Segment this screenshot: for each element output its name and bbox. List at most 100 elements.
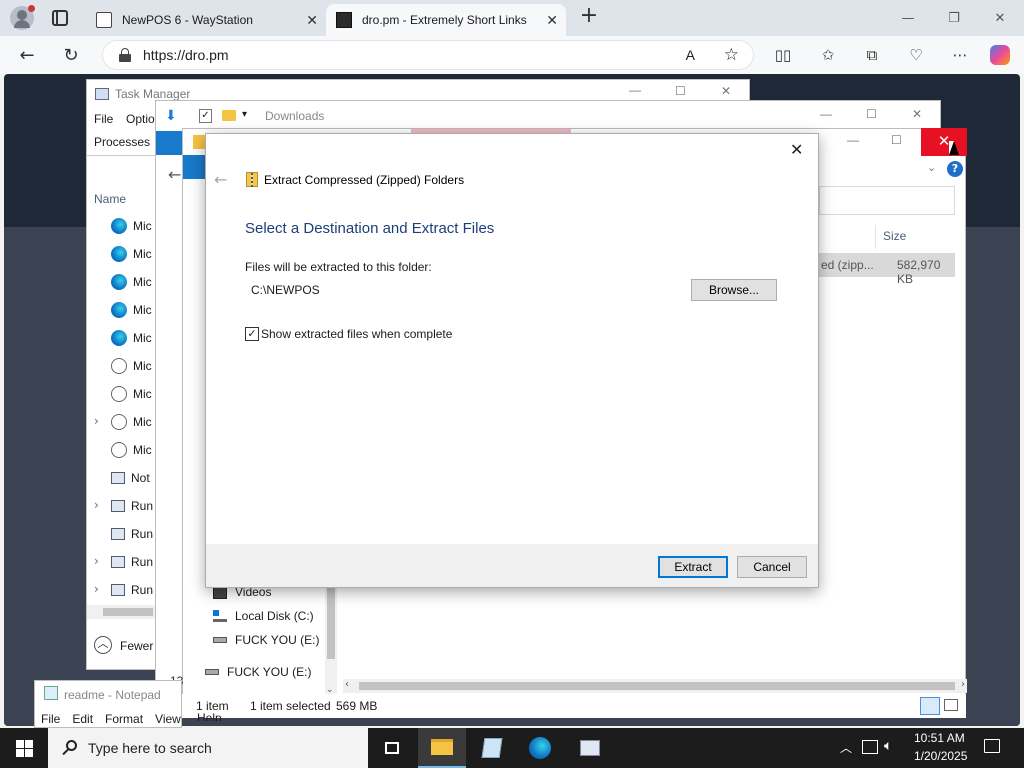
ribbon-expand-chevron-icon[interactable]: ⌄ [927,161,936,174]
expand-chevron-icon[interactable]: › [94,582,99,596]
address-bar[interactable]: https://dro.pm A ☆ [102,40,754,70]
list-item[interactable]: Run [111,520,153,548]
list-item[interactable]: Mic [111,436,152,464]
file-type-text: ed (zipp... [821,258,874,272]
extract-button[interactable]: Extract [658,556,728,578]
close-window-button[interactable]: ✕ [980,4,1020,32]
horizontal-scrollbar[interactable] [87,605,156,619]
nav-item-local-disk[interactable]: Local Disk (C:) [213,609,314,623]
list-item[interactable]: Mic [111,352,152,380]
task-manager-taskbar-icon[interactable] [566,728,614,768]
list-item[interactable]: Mic [111,296,152,324]
file-horizontal-scrollbar[interactable]: ‹ › [343,679,967,693]
properties-check-icon[interactable]: ✓ [199,109,212,123]
copilot-icon[interactable] [989,44,1011,66]
lock-icon[interactable] [119,48,131,62]
profile-avatar[interactable] [10,5,35,30]
list-item[interactable]: Mic [111,212,152,240]
notepad-menu-format[interactable]: Format [105,712,143,726]
expand-chevron-icon[interactable]: › [94,414,99,428]
notepad-menu-file[interactable]: File [41,712,60,726]
list-item[interactable]: Mic [111,380,152,408]
tm-close-button[interactable]: ✕ [721,84,731,98]
tm-minimize-button[interactable]: — [629,83,641,97]
tm-menu-options[interactable]: Optio [126,112,155,126]
minimize-button[interactable]: — [888,4,928,32]
notepad-taskbar-icon[interactable] [468,728,516,768]
quick-access-down-arrow-icon[interactable]: ⬇ [165,108,177,124]
help-icon[interactable]: ? [947,161,963,177]
browser-essentials-icon[interactable]: ♡ [905,44,927,66]
taskbar-search-box[interactable]: Type here to search [48,728,368,768]
close-tab-icon[interactable]: ✕ [306,12,318,29]
dialog-back-arrow-icon[interactable]: ← [214,170,227,189]
ribbon-file-tab[interactable] [156,131,184,155]
list-item[interactable]: Run [111,548,153,576]
nav-item-drive-e[interactable]: FUCK YOU (E:) [213,633,319,647]
nav-item-drive-e-root[interactable]: FUCK YOU (E:) [205,665,311,679]
list-item[interactable]: Run [111,576,153,604]
tm-maximize-button[interactable]: ☐ [675,84,686,98]
tab-newpos[interactable]: NewPOS 6 - WayStation ✕ [86,4,326,36]
list-item[interactable]: Mic [111,408,152,436]
volume-muted-icon[interactable]: 🔈︎ [884,738,892,754]
size-column-header[interactable]: Size [883,229,906,243]
split-screen-icon[interactable]: ▯▯ [772,44,794,66]
dialog-close-button[interactable]: ✕ [790,140,803,159]
selected-file-row[interactable]: ed (zipp... 582,970 KB [819,253,955,286]
close-tab-icon[interactable]: ✕ [546,12,558,29]
customize-dropdown-icon[interactable]: ▾ [242,109,247,120]
show-files-checkbox[interactable]: ✓ [245,327,259,341]
network-icon[interactable] [862,740,878,754]
list-item[interactable]: Run [111,492,153,520]
back-arrow-icon[interactable]: ← [12,41,42,69]
tab-dropm[interactable]: dro.pm - Extremely Short Links ✕ [326,4,566,36]
start-windows-icon[interactable] [0,728,48,768]
restore-button[interactable]: ❐ [934,4,974,32]
task-view-icon[interactable] [368,728,416,768]
clock-time[interactable]: 10:51 AM [914,731,965,745]
refresh-icon[interactable]: ↻ [56,41,86,69]
edge-taskbar-icon[interactable] [516,728,564,768]
downloads-maximize-button[interactable]: ☐ [891,133,902,147]
column-name-header[interactable]: Name [94,192,126,206]
downloads-minimize-button[interactable]: — [847,133,859,147]
favorite-star-icon[interactable]: ☆ [724,45,739,65]
show-hidden-icons-chevron-icon[interactable]: ︿ [840,739,852,756]
large-icons-view-icon[interactable] [944,699,958,711]
destination-field[interactable]: C:\NEWPOS [245,278,685,302]
downloads-close-button[interactable]: ✕ [921,128,967,156]
list-item[interactable]: Mic [111,268,152,296]
notification-icon[interactable] [984,739,1000,753]
fewer-details-chevron-icon[interactable]: ︿ [94,636,112,654]
list-item[interactable]: Mic [111,240,152,268]
tm-menu-file[interactable]: File [94,112,113,126]
back-arrow-icon[interactable]: ← [168,165,181,184]
new-tab-button[interactable]: + [578,4,600,28]
browse-button[interactable]: Browse... [691,279,777,301]
list-item[interactable]: Not [111,464,150,492]
favorites-icon[interactable]: ✩ [817,44,839,66]
explorer-close-button[interactable]: ✕ [912,107,922,121]
nav-pane-scrollbar[interactable]: ⌄ [325,579,337,697]
notepad-menu-help[interactable]: Help [197,711,222,721]
search-box[interactable] [819,186,955,215]
cancel-button[interactable]: Cancel [737,556,807,578]
ribbon-file-tab[interactable] [183,155,205,179]
notepad-menu-edit[interactable]: Edit [72,712,93,726]
clock-date[interactable]: 1/20/2025 [914,749,967,763]
tab-processes[interactable]: Processes [94,135,150,149]
tab-actions-icon[interactable] [52,10,68,26]
more-menu-icon[interactable]: ⋯ [949,44,971,66]
show-files-label[interactable]: Show extracted files when complete [261,327,452,341]
notepad-menu-view[interactable]: View [155,712,181,726]
read-aloud-icon[interactable]: A [686,47,695,63]
list-item[interactable]: Mic [111,324,152,352]
explorer-minimize-button[interactable]: — [820,107,832,121]
expand-chevron-icon[interactable]: › [94,554,99,568]
file-explorer-icon[interactable] [418,728,466,768]
details-view-icon[interactable] [920,697,940,715]
explorer-maximize-button[interactable]: ☐ [866,107,877,121]
collections-icon[interactable]: ⧉ [861,44,883,66]
expand-chevron-icon[interactable]: › [94,498,99,512]
